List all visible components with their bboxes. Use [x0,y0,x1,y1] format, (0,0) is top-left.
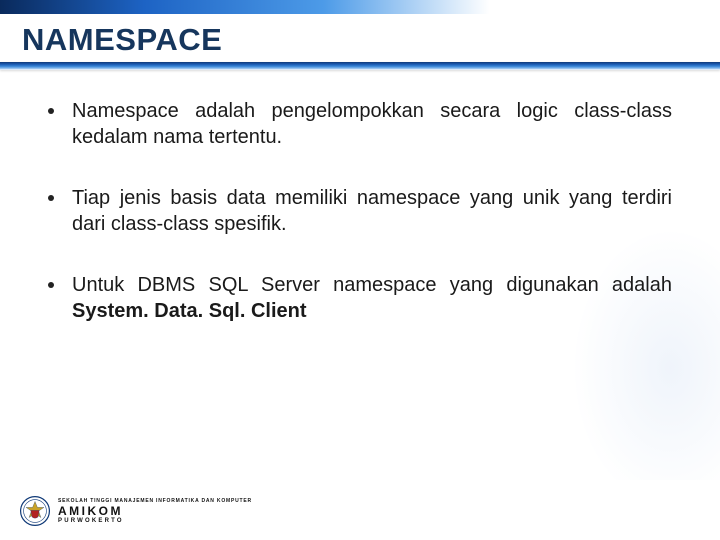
bullet-dot-icon [48,195,54,201]
bullet-text: Untuk DBMS SQL Server namespace yang dig… [72,272,672,325]
bullet-bold: System. Data. Sql. Client [72,300,307,322]
slide-title: NAMESPACE [22,22,222,58]
title-underline [0,62,720,70]
footer: SEKOLAH TINGGI MANAJEMEN INFORMATIKA DAN… [20,496,252,526]
bullet-dot-icon [48,282,54,288]
slide: NAMESPACE Namespace adalah pengelompokka… [0,0,720,540]
bullet-text: Namespace adalah pengelompokkan secara l… [72,98,672,151]
bullet-item: Namespace adalah pengelompokkan secara l… [48,98,672,151]
bullet-dot-icon [48,108,54,114]
bullet-item: Untuk DBMS SQL Server namespace yang dig… [48,272,672,325]
top-accent-bar [0,0,720,14]
institution-text: SEKOLAH TINGGI MANAJEMEN INFORMATIKA DAN… [58,499,252,524]
content-area: Namespace adalah pengelompokkan secara l… [48,98,672,358]
institution-line1: SEKOLAH TINGGI MANAJEMEN INFORMATIKA DAN… [58,499,252,504]
institution-line3: PURWOKERTO [58,518,252,524]
institution-crest-icon [20,496,50,526]
institution-line2: AMIKOM [58,505,252,517]
bullet-item: Tiap jenis basis data memiliki namespace… [48,185,672,238]
bullet-text: Tiap jenis basis data memiliki namespace… [72,185,672,238]
bullet-prefix: Untuk DBMS SQL Server namespace yang dig… [72,274,672,296]
